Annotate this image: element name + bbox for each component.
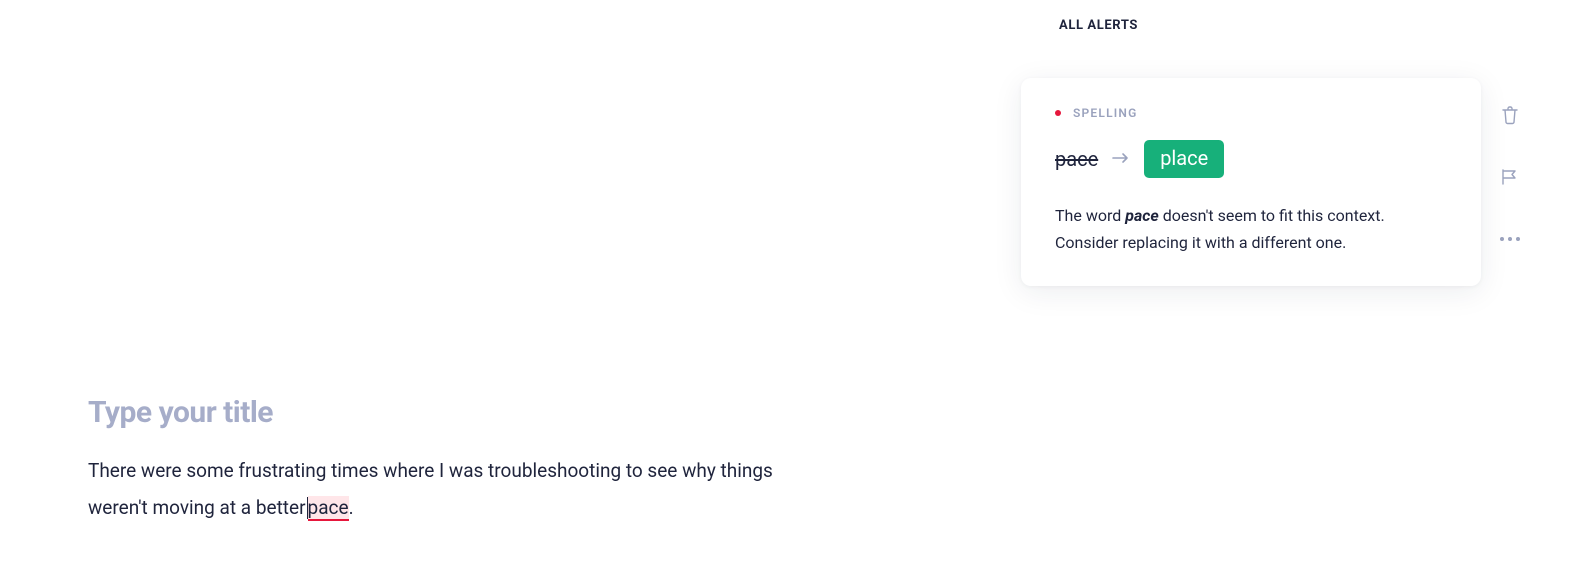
title-input-placeholder[interactable]: Type your title	[88, 395, 808, 430]
flag-alert-button[interactable]	[1499, 166, 1521, 188]
alert-card[interactable]: SPELLING pace place The word pace doesn'…	[1021, 78, 1481, 286]
explain-before: The word	[1055, 206, 1125, 225]
alerts-header: ALL ALERTS	[1059, 18, 1138, 33]
arrow-right-icon	[1112, 150, 1130, 168]
suggestion-button[interactable]: place	[1144, 140, 1224, 178]
flag-icon	[1500, 168, 1520, 186]
more-icon	[1500, 237, 1520, 241]
body-text-before: There were some frustrating times where …	[88, 459, 773, 519]
trash-icon	[1501, 105, 1519, 125]
dismiss-alert-button[interactable]	[1499, 104, 1521, 126]
flagged-word[interactable]: pace	[308, 496, 349, 521]
alert-explanation: The word pace doesn't seem to fit this c…	[1055, 202, 1447, 256]
original-word: pace	[1055, 147, 1098, 171]
body-text-after: .	[349, 496, 354, 519]
alert-category-row: SPELLING	[1055, 106, 1447, 120]
more-options-button[interactable]	[1499, 228, 1521, 250]
alert-side-actions	[1499, 104, 1521, 250]
editor-area[interactable]: Type your title There were some frustrat…	[88, 395, 808, 526]
alerts-panel: ALL ALERTS SPELLING pace place The word …	[999, 0, 1569, 563]
document-body[interactable]: There were some frustrating times where …	[88, 452, 808, 526]
explain-em-word: pace	[1125, 206, 1159, 225]
correction-row: pace place	[1055, 140, 1447, 178]
alert-dot-icon	[1055, 110, 1061, 116]
alert-category-label: SPELLING	[1073, 106, 1138, 120]
